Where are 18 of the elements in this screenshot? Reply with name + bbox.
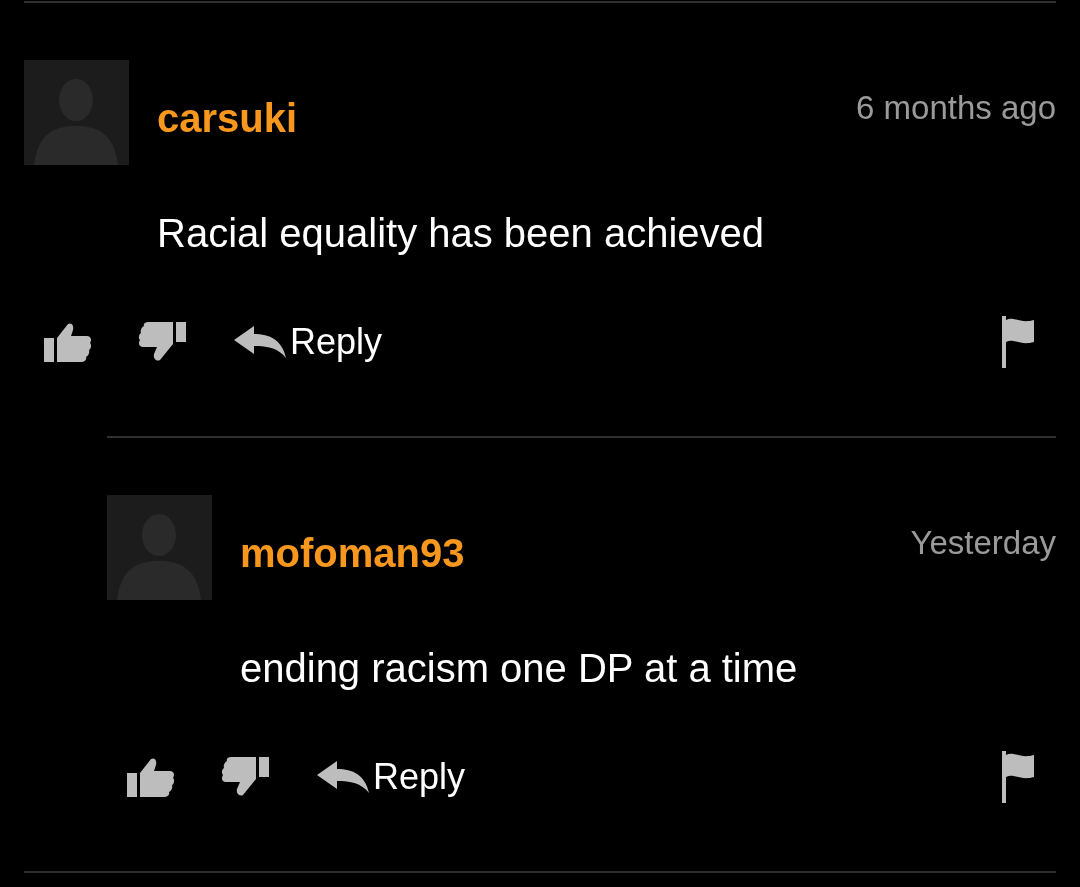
- reply-button[interactable]: Reply: [317, 756, 466, 798]
- username[interactable]: carsuki: [157, 96, 298, 141]
- comment-text: Racial equality has been achieved: [157, 210, 766, 256]
- thumbs-down-icon[interactable]: [221, 757, 271, 797]
- comment-text: ending racism one DP at a time: [240, 645, 799, 691]
- flag-icon[interactable]: [1000, 316, 1036, 368]
- avatar-icon: [24, 60, 129, 165]
- thumbs-up-icon[interactable]: [125, 757, 175, 797]
- flag-icon[interactable]: [1000, 751, 1036, 803]
- timestamp: Yesterday: [910, 523, 1056, 562]
- reply-arrow-icon: [317, 761, 369, 793]
- thumbs-up-icon[interactable]: [42, 322, 92, 362]
- thumbs-down-icon[interactable]: [138, 322, 188, 362]
- avatar-icon: [107, 495, 212, 600]
- username[interactable]: mofoman93: [240, 531, 465, 576]
- reply-arrow-icon: [234, 326, 286, 358]
- reply-button[interactable]: Reply: [234, 321, 383, 363]
- timestamp: 6 months ago: [856, 88, 1056, 127]
